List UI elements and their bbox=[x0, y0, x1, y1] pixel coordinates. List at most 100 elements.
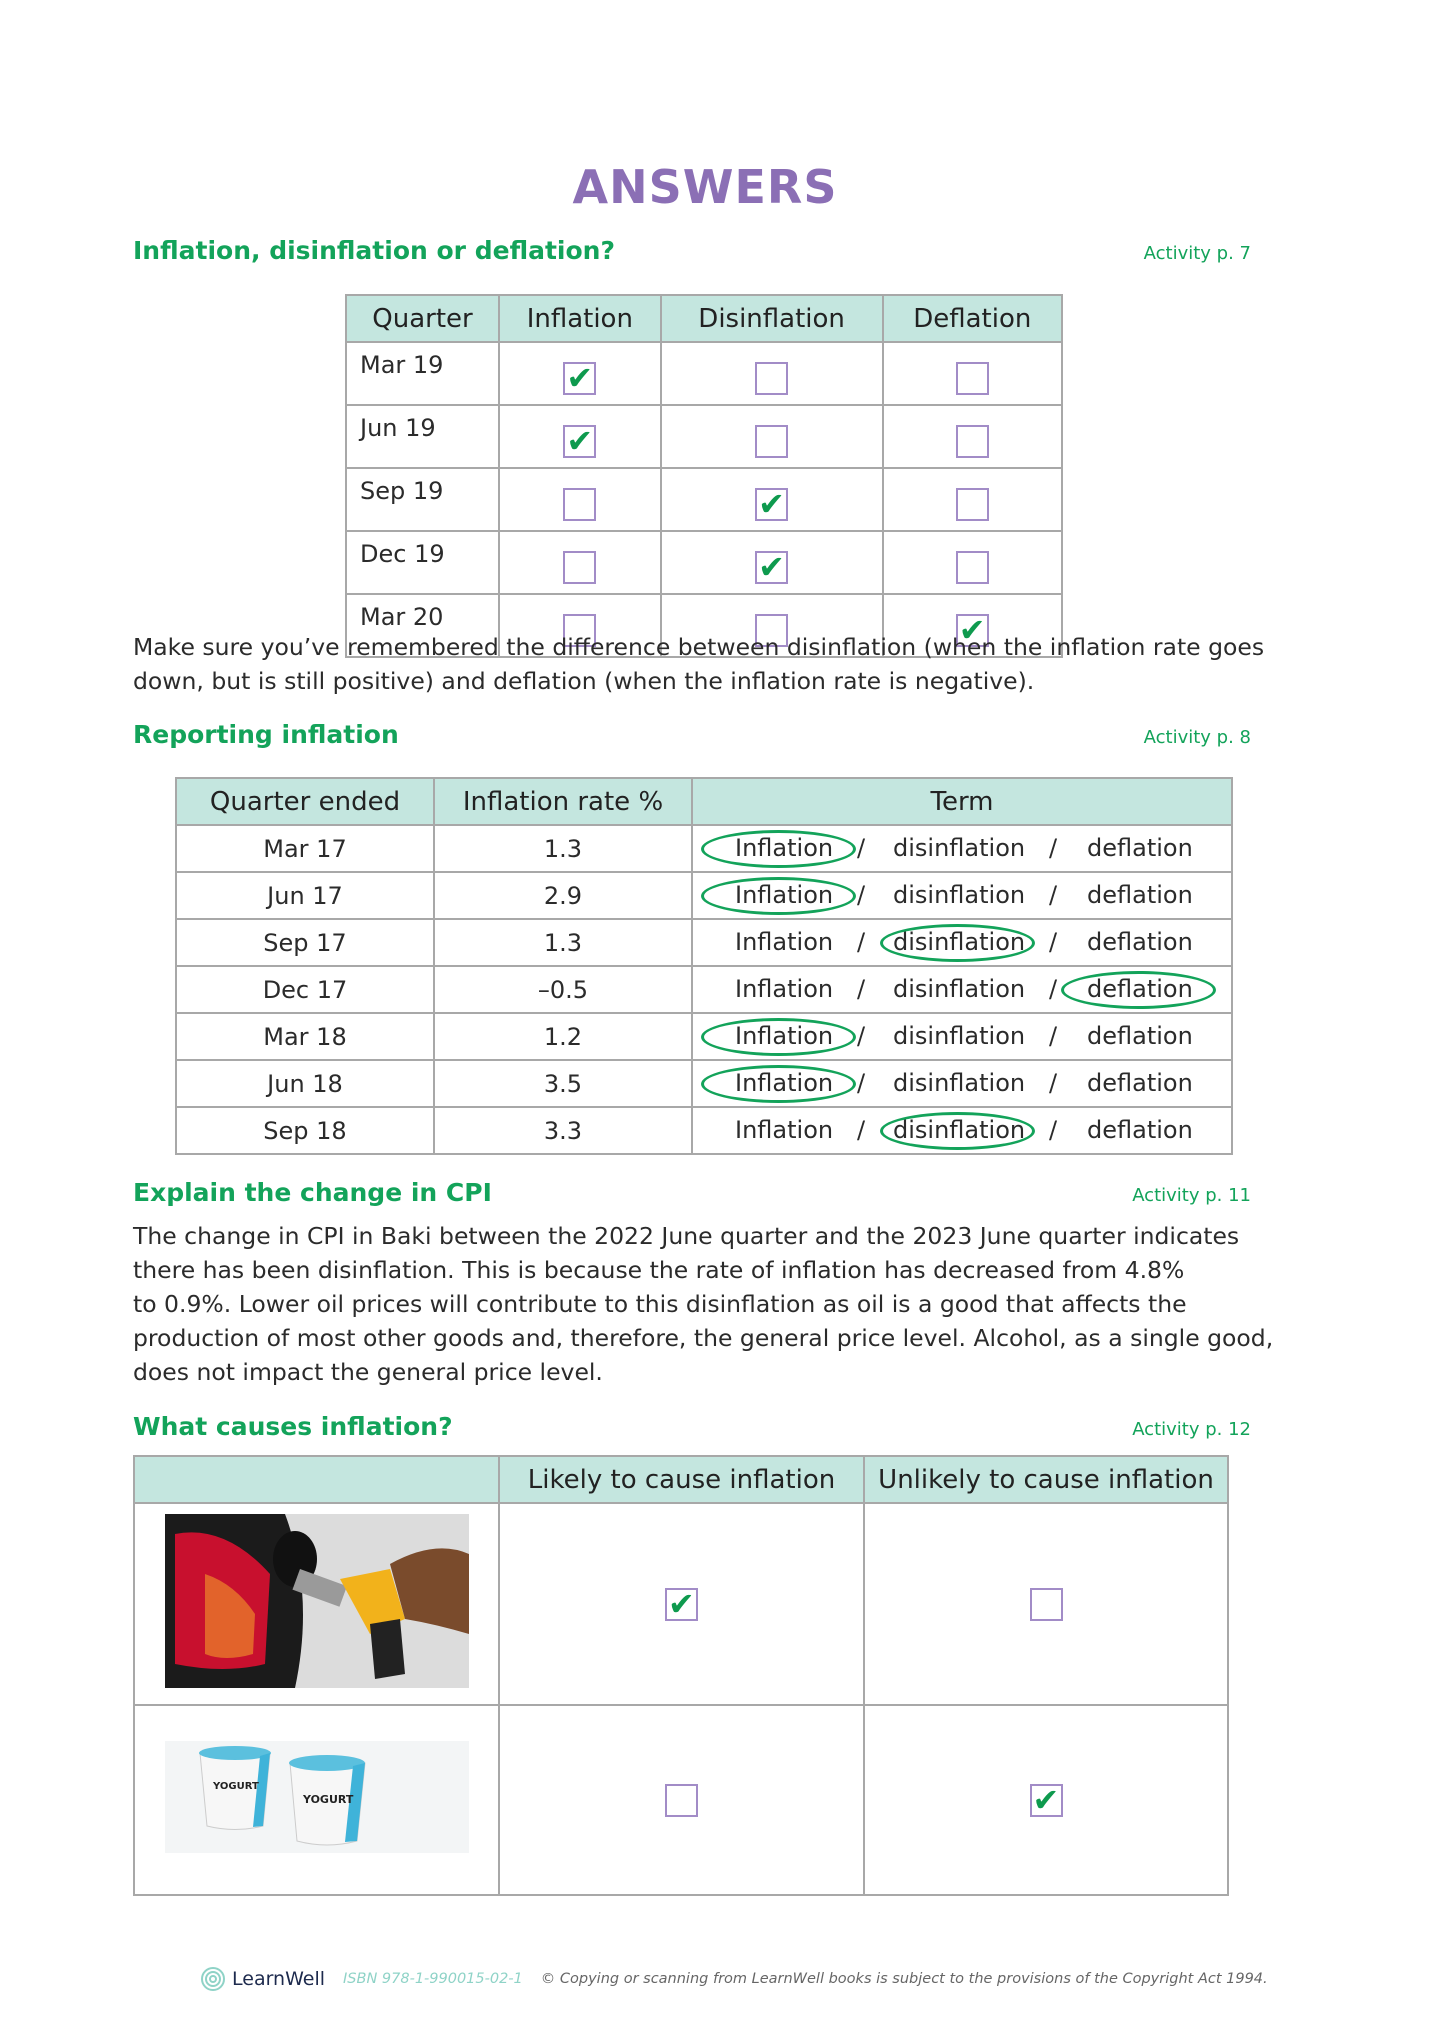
term-option[interactable]: disinflation bbox=[893, 975, 1025, 1003]
term-option[interactable]: Inflation bbox=[735, 1116, 833, 1144]
answer-checkbox[interactable]: ✔ bbox=[563, 422, 597, 460]
rate-cell: 1.3 bbox=[433, 824, 693, 873]
activity-reference: Activity p. 7 bbox=[1143, 243, 1251, 264]
svg-text:YOGURT: YOGURT bbox=[302, 1793, 354, 1806]
term-option[interactable]: deflation bbox=[1087, 928, 1193, 956]
answer-checkbox[interactable]: ✔ bbox=[755, 485, 789, 523]
section-header-2: Reporting inflation Activity p. 8 bbox=[133, 720, 1251, 749]
activity-reference: Activity p. 8 bbox=[1143, 727, 1251, 748]
term-option[interactable]: disinflation bbox=[893, 881, 1025, 909]
term-option[interactable]: disinflation bbox=[893, 1069, 1025, 1097]
term-option[interactable]: deflation bbox=[1087, 834, 1193, 862]
answer-checkbox[interactable] bbox=[955, 551, 989, 584]
term-cell: Inflation / disinflation / deflation bbox=[691, 965, 1233, 1014]
learnwell-logo: LearnWell bbox=[200, 1966, 325, 1992]
column-header: Deflation bbox=[881, 294, 1064, 343]
term-option[interactable]: disinflation bbox=[893, 834, 1025, 862]
checkbox-cell bbox=[497, 467, 662, 532]
quarter-cell: Sep 17 bbox=[175, 918, 435, 967]
answer-checkbox[interactable]: ✔ bbox=[563, 359, 597, 397]
table-row: Jun 17 2.9 Inflation / disinflation / deflatio… bbox=[175, 871, 1233, 920]
table-row: Dec 17 –0.5 Inflation / disinflation / deflati… bbox=[175, 965, 1233, 1014]
quarter-cell: Jun 18 bbox=[175, 1059, 435, 1108]
term-option[interactable]: Inflation bbox=[735, 975, 833, 1003]
svg-text:YOGURT: YOGURT bbox=[212, 1781, 259, 1792]
section-header-1: Inflation, disinflation or deflation? Ac… bbox=[133, 236, 1251, 265]
term-separator: / bbox=[857, 834, 866, 862]
section-header-4: What causes inflation? Activity p. 12 bbox=[133, 1412, 1251, 1441]
paragraph-line: The change in CPI in Baki between the 20… bbox=[133, 1222, 1240, 1250]
unlikely-checkbox[interactable] bbox=[1029, 1587, 1063, 1621]
term-separator: / bbox=[857, 881, 866, 909]
paragraph-line: production of most other goods and, ther… bbox=[133, 1324, 1274, 1352]
table-row: ✔ bbox=[133, 1502, 1229, 1706]
table-row: Sep 19 ✔ bbox=[345, 467, 1064, 532]
quarter-cell: Mar 19 bbox=[345, 341, 500, 406]
unlikely-cell bbox=[863, 1502, 1229, 1706]
answer-checkbox[interactable] bbox=[955, 488, 989, 521]
page-title: ANSWERS bbox=[572, 160, 838, 214]
tick-icon: ✔ bbox=[758, 548, 785, 586]
table-row: YOGURT YOGURT ✔ bbox=[133, 1704, 1229, 1896]
rate-cell: 3.3 bbox=[433, 1106, 693, 1155]
answer-checkbox[interactable] bbox=[755, 362, 789, 395]
classification-table: Quarter Inflation Disinflation Deflation Ma… bbox=[345, 294, 1064, 658]
image-cell bbox=[133, 1502, 500, 1706]
rate-cell: –0.5 bbox=[433, 965, 693, 1014]
paragraph-line: there has been disinflation. This is bec… bbox=[133, 1256, 1185, 1284]
term-separator: / bbox=[1049, 1116, 1058, 1144]
likely-checkbox[interactable] bbox=[665, 1783, 698, 1817]
column-header-unlikely: Unlikely to cause inflation bbox=[863, 1455, 1229, 1504]
answer-circle bbox=[701, 877, 856, 915]
checkbox-cell: ✔ bbox=[659, 530, 884, 595]
answer-circle bbox=[701, 1065, 856, 1103]
column-header: Quarter bbox=[345, 294, 500, 343]
yogurt-cups-photo: YOGURT YOGURT bbox=[164, 1741, 469, 1853]
table-row: Jun 18 3.5 Inflation / disinflation / deflatio… bbox=[175, 1059, 1233, 1108]
checkbox-cell bbox=[659, 341, 884, 406]
table-row: Mar 18 1.2 Inflation / disinflation / deflatio… bbox=[175, 1012, 1233, 1061]
section-title: Explain the change in CPI bbox=[133, 1178, 492, 1207]
term-option[interactable]: deflation bbox=[1087, 1069, 1193, 1097]
answer-circle bbox=[880, 924, 1035, 962]
column-header: Quarter ended bbox=[175, 777, 435, 826]
unlikely-cell: ✔ bbox=[863, 1704, 1229, 1896]
term-option[interactable]: deflation bbox=[1087, 1022, 1193, 1050]
answer-checkbox[interactable] bbox=[563, 488, 597, 521]
checkbox-cell: ✔ bbox=[497, 404, 662, 469]
term-option[interactable]: deflation bbox=[1087, 881, 1193, 909]
column-header: Inflation bbox=[497, 294, 662, 343]
tick-icon: ✔ bbox=[566, 422, 594, 460]
unlikely-checkbox[interactable]: ✔ bbox=[1029, 1781, 1063, 1819]
term-cell: Inflation / disinflation / deflation bbox=[691, 1012, 1233, 1061]
rate-cell: 2.9 bbox=[433, 871, 693, 920]
term-option[interactable]: Inflation bbox=[735, 928, 833, 956]
tick-icon: ✔ bbox=[566, 359, 594, 397]
answer-circle bbox=[701, 830, 856, 868]
activity-reference: Activity p. 12 bbox=[1132, 1419, 1251, 1440]
term-option[interactable]: disinflation bbox=[893, 1022, 1025, 1050]
term-separator: / bbox=[857, 1116, 866, 1144]
answer-checkbox[interactable] bbox=[563, 551, 597, 584]
table-row: Dec 19 ✔ bbox=[345, 530, 1064, 595]
copyright-notice: © Copying or scanning from LearnWell boo… bbox=[540, 1971, 1268, 1987]
answer-checkbox[interactable] bbox=[955, 362, 989, 395]
term-separator: / bbox=[1049, 975, 1058, 1003]
table-row: Sep 18 3.3 Inflation / disinflation / deflatio… bbox=[175, 1106, 1233, 1155]
term-option[interactable]: deflation bbox=[1087, 1116, 1193, 1144]
section-header-3: Explain the change in CPI Activity p. 11 bbox=[133, 1178, 1251, 1207]
likely-checkbox[interactable]: ✔ bbox=[665, 1585, 698, 1623]
likely-cell bbox=[498, 1704, 865, 1896]
checkbox-cell bbox=[497, 530, 662, 595]
section-title: What causes inflation? bbox=[133, 1412, 453, 1441]
answer-checkbox[interactable] bbox=[955, 425, 989, 458]
term-separator: / bbox=[857, 928, 866, 956]
quarter-cell: Jun 17 bbox=[175, 871, 435, 920]
term-separator: / bbox=[1049, 928, 1058, 956]
section-title: Inflation, disinflation or deflation? bbox=[133, 236, 615, 265]
rate-cell: 1.3 bbox=[433, 918, 693, 967]
column-header-image bbox=[133, 1455, 500, 1504]
activity-reference: Activity p. 11 bbox=[1132, 1185, 1251, 1206]
answer-checkbox[interactable] bbox=[755, 425, 789, 458]
answer-checkbox[interactable]: ✔ bbox=[755, 548, 789, 586]
